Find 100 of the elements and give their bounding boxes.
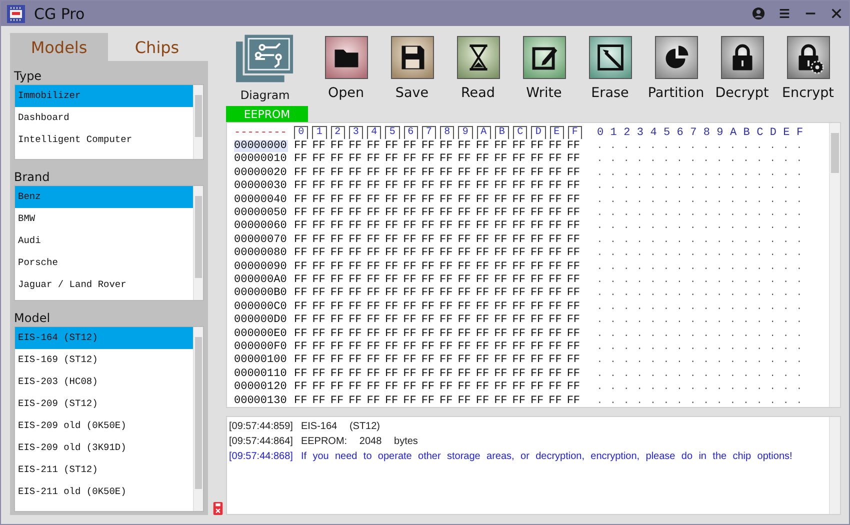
scrollbar[interactable] bbox=[829, 123, 840, 407]
hex-byte[interactable]: FF bbox=[312, 194, 330, 206]
hex-byte[interactable]: FF bbox=[530, 180, 549, 192]
hex-byte[interactable]: FF bbox=[403, 260, 422, 273]
hex-byte[interactable]: FF bbox=[384, 368, 404, 380]
list-item[interactable]: Immobilizer bbox=[15, 85, 193, 107]
hex-byte[interactable]: FF bbox=[294, 153, 312, 166]
disk-button[interactable]: Save bbox=[379, 33, 445, 101]
hex-byte[interactable]: FF bbox=[566, 340, 585, 353]
hex-byte[interactable]: FF bbox=[403, 166, 422, 179]
hex-byte[interactable]: FF bbox=[512, 368, 530, 380]
hex-byte[interactable]: FF bbox=[530, 140, 549, 152]
hex-byte[interactable]: FF bbox=[312, 234, 330, 246]
hex-byte[interactable]: FF bbox=[458, 300, 476, 313]
hex-byte[interactable]: FF bbox=[440, 207, 458, 220]
address-cell[interactable]: 00000040 bbox=[234, 194, 288, 206]
hex-byte[interactable]: FF bbox=[366, 220, 385, 232]
hex-byte[interactable]: FF bbox=[348, 247, 367, 260]
hex-byte[interactable]: FF bbox=[440, 180, 458, 192]
hex-byte[interactable]: FF bbox=[312, 354, 330, 366]
hex-byte[interactable]: FF bbox=[512, 220, 530, 232]
hex-byte[interactable]: FF bbox=[530, 153, 549, 166]
list-item[interactable]: EIS-209 (ST12) bbox=[15, 393, 193, 415]
hex-byte[interactable]: FF bbox=[476, 180, 494, 192]
hex-byte[interactable]: FF bbox=[494, 300, 512, 313]
hex-byte[interactable]: FF bbox=[384, 328, 404, 340]
hex-byte[interactable]: FF bbox=[421, 207, 440, 220]
hex-byte[interactable]: FF bbox=[458, 220, 476, 232]
hex-byte[interactable]: FF bbox=[294, 274, 312, 286]
hex-byte[interactable]: FF bbox=[403, 180, 422, 192]
hex-byte[interactable]: FF bbox=[384, 260, 404, 273]
folder-button[interactable]: Open bbox=[313, 33, 379, 101]
hex-byte[interactable]: FF bbox=[530, 314, 549, 326]
hex-byte[interactable]: FF bbox=[294, 247, 312, 260]
hex-byte[interactable]: FF bbox=[330, 287, 349, 300]
hex-byte[interactable]: FF bbox=[366, 340, 385, 353]
hex-byte[interactable]: FF bbox=[548, 274, 567, 286]
address-cell[interactable]: 000000C0 bbox=[234, 300, 288, 313]
hex-byte[interactable]: FF bbox=[512, 381, 530, 394]
hex-byte[interactable]: FF bbox=[530, 394, 549, 406]
hex-byte[interactable]: FF bbox=[294, 220, 312, 232]
hex-byte[interactable]: FF bbox=[566, 207, 585, 220]
hex-byte[interactable]: FF bbox=[384, 207, 404, 220]
hex-byte[interactable]: FF bbox=[294, 354, 312, 366]
hex-byte[interactable]: FF bbox=[548, 180, 567, 192]
hex-byte[interactable]: FF bbox=[512, 314, 530, 326]
hex-byte[interactable]: FF bbox=[440, 194, 458, 206]
hex-byte[interactable]: FF bbox=[403, 328, 422, 340]
hex-byte[interactable]: FF bbox=[512, 354, 530, 366]
pencil-button[interactable]: Write bbox=[511, 33, 577, 101]
hex-byte[interactable]: FF bbox=[348, 153, 367, 166]
hex-byte[interactable]: FF bbox=[421, 368, 440, 380]
hex-byte[interactable]: FF bbox=[566, 140, 585, 152]
hex-byte[interactable]: FF bbox=[512, 340, 530, 353]
hex-byte[interactable]: FF bbox=[494, 328, 512, 340]
hex-byte[interactable]: FF bbox=[512, 287, 530, 300]
hex-byte[interactable]: FF bbox=[548, 300, 567, 313]
lockgear-button[interactable]: Encrypt bbox=[775, 33, 841, 101]
hex-byte[interactable]: FF bbox=[512, 194, 530, 206]
hex-byte[interactable]: FF bbox=[530, 328, 549, 340]
hex-byte[interactable]: FF bbox=[421, 300, 440, 313]
hex-byte[interactable]: FF bbox=[403, 234, 422, 246]
address-cell[interactable]: 000000B0 bbox=[234, 287, 288, 300]
hex-byte[interactable]: FF bbox=[512, 207, 530, 220]
hex-byte[interactable]: FF bbox=[566, 328, 585, 340]
hex-byte[interactable]: FF bbox=[494, 354, 512, 366]
hex-byte[interactable]: FF bbox=[458, 381, 476, 394]
list-item[interactable]: Intelligent Computer bbox=[15, 129, 193, 151]
hex-byte[interactable]: FF bbox=[476, 394, 494, 406]
list-item[interactable]: EIS-209 old (3K91D) bbox=[15, 437, 193, 459]
hex-byte[interactable]: FF bbox=[384, 381, 404, 394]
hex-byte[interactable]: FF bbox=[440, 328, 458, 340]
hex-byte[interactable]: FF bbox=[548, 381, 567, 394]
hex-byte[interactable]: FF bbox=[530, 207, 549, 220]
hex-byte[interactable]: FF bbox=[312, 180, 330, 192]
hex-byte[interactable]: FF bbox=[366, 140, 385, 152]
hex-byte[interactable]: FF bbox=[421, 166, 440, 179]
hex-byte[interactable]: FF bbox=[440, 300, 458, 313]
hex-byte[interactable]: FF bbox=[348, 140, 367, 152]
list-item[interactable]: EIS-169 (ST12) bbox=[15, 349, 193, 371]
hex-byte[interactable]: FF bbox=[458, 207, 476, 220]
hex-byte[interactable]: FF bbox=[294, 340, 312, 353]
close-icon[interactable] bbox=[830, 7, 843, 20]
hex-byte[interactable]: FF bbox=[548, 287, 567, 300]
hex-byte[interactable]: FF bbox=[294, 368, 312, 380]
hex-byte[interactable]: FF bbox=[476, 260, 494, 273]
address-cell[interactable]: 00000100 bbox=[234, 354, 288, 366]
hex-byte[interactable]: FF bbox=[384, 300, 404, 313]
hex-byte[interactable]: FF bbox=[458, 354, 476, 366]
hex-byte[interactable]: FF bbox=[476, 314, 494, 326]
hex-byte[interactable]: FF bbox=[458, 180, 476, 192]
hex-byte[interactable]: FF bbox=[512, 328, 530, 340]
hex-byte[interactable]: FF bbox=[494, 166, 512, 179]
hex-byte[interactable]: FF bbox=[548, 247, 567, 260]
hex-byte[interactable]: FF bbox=[312, 368, 330, 380]
hex-byte[interactable]: FF bbox=[294, 314, 312, 326]
hex-byte[interactable]: FF bbox=[403, 247, 422, 260]
hex-byte[interactable]: FF bbox=[548, 153, 567, 166]
hex-byte[interactable]: FF bbox=[366, 234, 385, 246]
list-item[interactable]: Audi bbox=[15, 230, 193, 252]
